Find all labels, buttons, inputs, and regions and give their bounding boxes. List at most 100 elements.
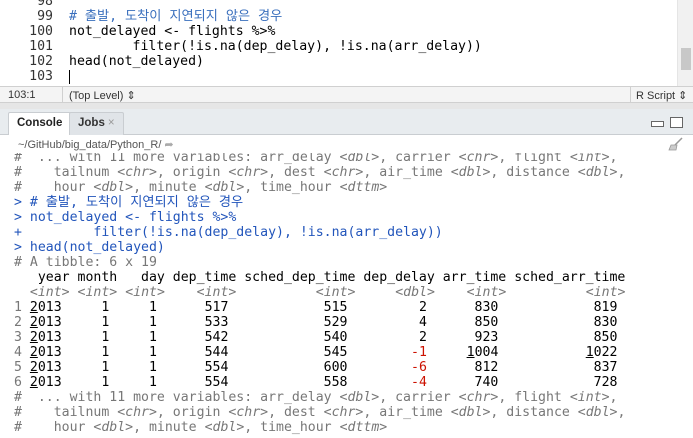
console-text: 1 [14,300,30,315]
editor-line[interactable]: 99 # 출발, 도착이 지연되지 않은 경우 [0,9,693,24]
console-tabbar: Console Jobs × [0,109,693,136]
console-text: <dbl> [93,180,134,195]
console-text: , [617,165,626,180]
editor-line[interactable]: 100 not_delayed <- flights %>% [0,24,693,39]
line-number: 99 [37,9,53,24]
console-text: <dbl> [339,390,380,405]
console-text: <dbl> [450,165,491,180]
console-text: <chr> [117,405,157,420]
console-text: 013 1 1 533 529 4 850 830 [37,315,618,330]
text-cursor [69,70,70,84]
console-text: <chr> [323,165,364,180]
console-line: # ... with 11 more variables: arr_delay … [14,390,617,405]
console-line: # A tibble: 6 x 19 [14,255,157,270]
editor-line[interactable]: 103 [0,69,693,84]
scope-selector[interactable]: (Top Level) ⇕ [69,89,136,102]
console-text: 2 [29,375,38,390]
console-text: , dest [268,165,324,180]
line-number: 102 [29,54,53,69]
console-text: 6 [14,375,30,390]
console-text: > # 출발, 도착이 지연되지 않은 경우 [14,195,244,210]
editor-line[interactable]: 101 filter(!is.na(dep_delay), !is.na(arr… [0,39,693,54]
console-text: # tailnum [14,405,118,420]
console-text: 013 1 1 554 600 [37,360,412,375]
tab-console[interactable]: Console [8,112,72,136]
editor-scroll-thumb[interactable] [681,48,691,70]
console-text: 013 1 1 544 545 [37,345,412,360]
console-text: , [617,405,626,420]
console-text: > head(not_delayed) [14,240,165,255]
go-to-directory-icon[interactable]: ➦ [164,139,173,151]
console-text: 5 [14,360,30,375]
console-text: <int> [196,285,237,300]
tab-jobs[interactable]: Jobs × [69,112,124,135]
console-text: , flight [498,153,570,165]
console-text: , time_hour [244,180,340,195]
console-text: # A tibble: 6 x 19 [14,255,157,270]
editor-line[interactable]: 102 head(not_delayed) [0,54,693,69]
tab-jobs-label: Jobs [78,117,105,129]
filetype-selector[interactable]: R Script ⇕ [636,89,687,102]
console-text: 812 837 [426,360,618,375]
console-text: <int> [569,153,610,165]
console-text: 004 [474,345,586,360]
editor-line-text: filter(!is.na(dep_delay), !is.na(arr_del… [69,39,482,54]
clear-console-icon[interactable] [667,137,685,151]
console-text: <dbl> [450,405,491,420]
console-line: 1 2013 1 1 517 515 2 830 819 [14,300,617,315]
line-number: 98 [37,0,53,9]
editor-scrollbar[interactable] [677,0,693,86]
console-text: 2 [29,300,38,315]
console-line: 6 2013 1 1 554 558 -4 740 728 [14,375,617,390]
console-line: > # 출발, 도착이 지연되지 않은 경우 [14,195,243,210]
console-line: # tailnum <chr>, origin <chr>, dest <chr… [14,405,625,420]
console-text: , minute [133,180,205,195]
console-text: <dbl> [577,165,618,180]
console-text: <dttm> [339,420,388,435]
source-editor[interactable]: 98 99 # 출발, 도착이 지연되지 않은 경우 100 not_delayed <… [0,0,693,86]
console-text: <dttm> [339,180,388,195]
editor-line[interactable]: 98 [0,0,693,9]
console-text: , origin [156,165,229,180]
console-text: year month day dep_time sched_dep_time d… [14,270,626,285]
console-line: # tailnum <chr>, origin <chr>, dest <chr… [14,165,625,180]
console-text: <chr> [228,405,269,420]
console-text: <dbl> [204,420,245,435]
line-number: 103 [29,69,53,84]
console-text: 4 [14,345,30,360]
minimize-pane-icon[interactable] [651,121,664,127]
console-text: <int> [125,285,165,300]
console-text: , flight [498,390,570,405]
editor-status-bar: 103:1 (Top Level) ⇕ R Script ⇕ [0,86,693,103]
console-text: <int> [315,285,356,300]
console-text: , carrier [379,390,459,405]
console-text: <chr> [458,153,499,165]
console-text: <dbl> [339,153,380,165]
console-text: > not_delayed <- flights %>% [14,210,237,225]
line-number: 100 [29,24,53,39]
console-text: , carrier [379,153,459,165]
console-text: 1 [585,345,594,360]
console-text: -1 [411,345,427,360]
console-text: 3 [14,330,30,345]
console-text: <dbl> [395,285,435,300]
console-text: 022 [593,345,618,360]
close-icon[interactable]: × [108,117,115,129]
console-text: <chr> [323,405,364,420]
maximize-pane-icon[interactable] [670,117,683,128]
console-output[interactable]: # ... with 11 more variables: arr_delay … [0,153,693,438]
console-line: > head(not_delayed) [14,240,165,255]
console-text: <int> [29,285,70,300]
console-line: 4 2013 1 1 544 545 -1 1004 1022 [14,345,618,360]
working-directory-path: ~/GitHub/big_data/Python_R/➦ [18,138,174,151]
console-text: , distance [490,165,578,180]
console-text: 013 1 1 554 558 [37,375,412,390]
tab-console-label: Console [17,117,63,129]
editor-line-text: # 출발, 도착이 지연되지 않은 경우 [69,9,283,24]
